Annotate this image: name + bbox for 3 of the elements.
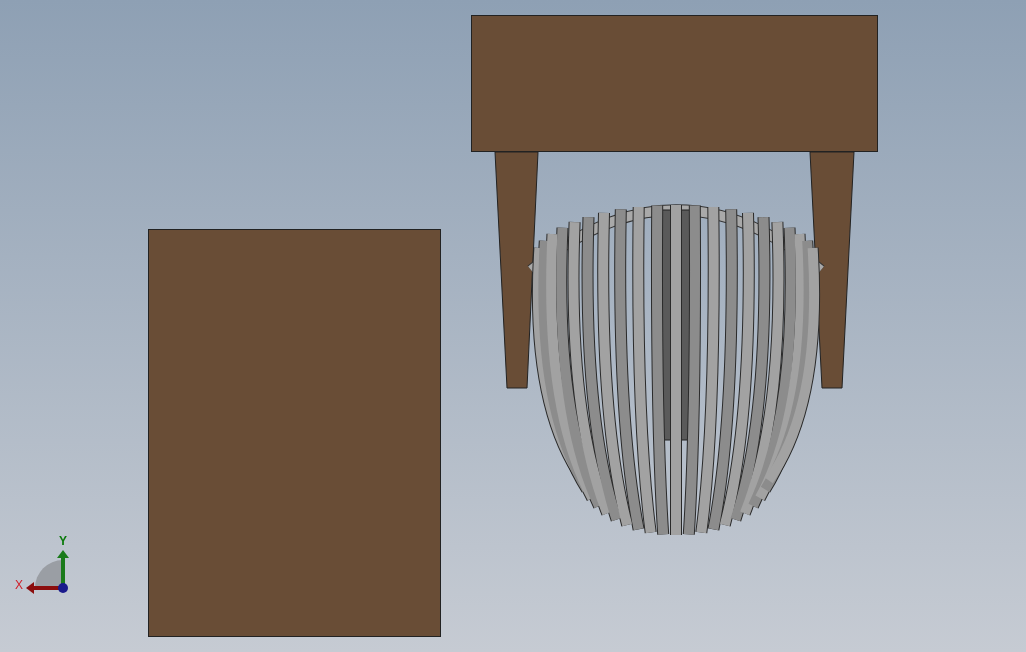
x-axis-label: X [15, 578, 23, 592]
axis-triad-drawing [26, 550, 69, 594]
y-axis-label: Y [59, 534, 67, 548]
